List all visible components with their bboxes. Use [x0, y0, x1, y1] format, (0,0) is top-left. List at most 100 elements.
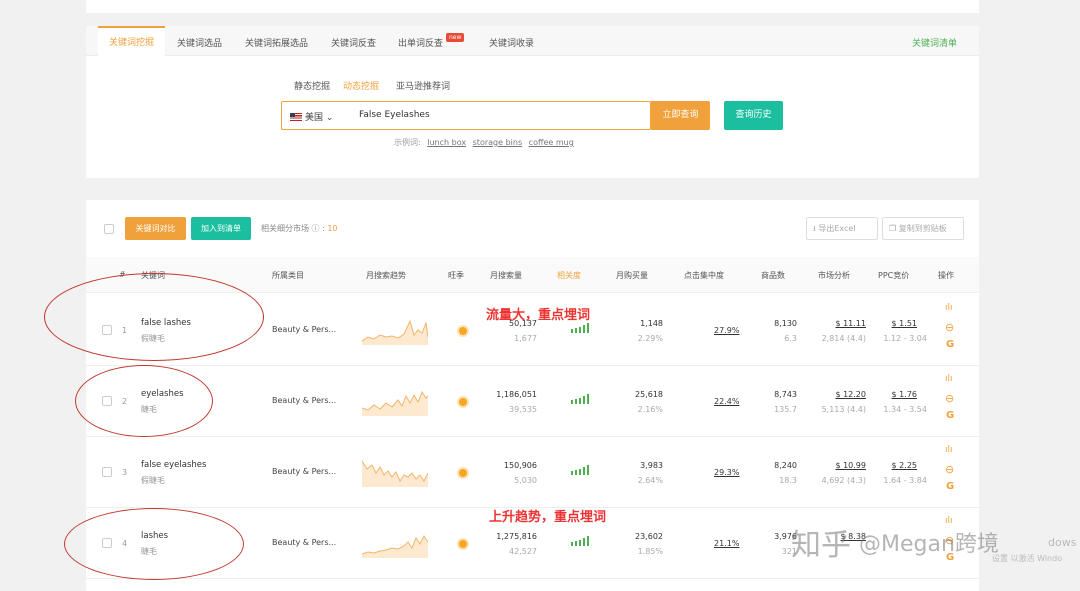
col-category[interactable]: 所属类目	[272, 270, 304, 281]
category: Beauty & Pers...	[272, 467, 337, 476]
annotation-oval-1	[44, 273, 264, 361]
search-panel: 关键词挖掘 关键词选品 关键词拓展选品 关键词反查 出单词反查 new 关键词收…	[86, 26, 979, 178]
tab-keyword-selection[interactable]: 关键词选品	[177, 36, 222, 49]
col-market-analysis[interactable]: 市场分析	[818, 270, 850, 281]
subtab-amazon-recommend[interactable]: 亚马逊推荐词	[396, 79, 450, 92]
market-price[interactable]: $ 10.99	[816, 461, 866, 470]
purchase-rate: 2.29%	[637, 334, 663, 343]
add-to-list-button[interactable]: 加入到清单	[191, 217, 251, 240]
col-relevance[interactable]: 相关度	[557, 270, 581, 281]
table-row: 3 false eyelashes 假睫毛 Beauty & Pers... 1…	[86, 437, 979, 508]
ppc-bid[interactable]: $ 2.25	[871, 461, 917, 470]
country-label: 美国	[305, 113, 324, 123]
monthly-purchases: 1,148	[640, 319, 663, 328]
market-price[interactable]: $ 11.11	[816, 319, 866, 328]
monthly-purchases: 25,618	[635, 390, 663, 399]
purchase-rate: 2.16%	[637, 405, 663, 414]
click-concentration[interactable]: 21.1%	[714, 539, 739, 548]
search-volume-daily: 42,527	[509, 547, 537, 556]
country-select[interactable]: 美国 ⌄	[290, 110, 333, 123]
tab-keyword-reverse[interactable]: 关键词反查	[331, 36, 376, 49]
watermark-side2: 设置 以激活 Windo	[992, 554, 1063, 563]
tab-keyword-expand[interactable]: 关键词拓展选品	[245, 36, 308, 49]
query-button[interactable]: 立即查询	[651, 101, 710, 130]
trend-sparkline[interactable]	[362, 528, 428, 558]
goods-ratio: 18.3	[779, 476, 797, 485]
select-all-checkbox[interactable]	[104, 224, 114, 234]
col-click-concentration[interactable]: 点击集中度	[684, 270, 724, 281]
click-concentration[interactable]: 22.4%	[714, 397, 739, 406]
minus-circle-icon[interactable]: ⊖	[945, 463, 954, 476]
example-keywords: 示例词: lunch box storage bins coffee mug	[394, 137, 574, 148]
annotation-oval-3	[64, 508, 244, 580]
history-button[interactable]: 查询历史	[724, 101, 783, 130]
us-flag-icon	[290, 113, 302, 121]
ppc-range: 1.12 - 3.04	[883, 334, 927, 343]
season-sun-icon	[459, 540, 467, 548]
example-coffee-mug[interactable]: coffee mug	[529, 138, 574, 147]
col-actions: 操作	[938, 271, 954, 280]
chart-icon[interactable]: ılı	[945, 516, 953, 526]
goods-count: 8,130	[774, 319, 797, 328]
col-trend[interactable]: 月搜索趋势	[366, 270, 406, 281]
annotation-text-2: 上升趋势，重点埋词	[489, 510, 607, 525]
purchase-rate: 2.64%	[637, 476, 663, 485]
search-volume: 150,906	[503, 461, 537, 470]
trend-sparkline[interactable]	[362, 386, 428, 416]
subtab-static[interactable]: 静态挖掘	[294, 79, 330, 92]
tab-keyword-mining[interactable]: 关键词挖掘	[98, 26, 166, 57]
google-icon[interactable]: G	[946, 481, 954, 492]
goods-count: 8,743	[774, 390, 797, 399]
copy-label: 复制到剪贴板	[898, 224, 947, 233]
compare-button[interactable]: 关键词对比	[125, 217, 186, 240]
chevron-down-icon: ⌄	[325, 113, 334, 123]
search-volume: 1,275,816	[496, 532, 537, 541]
market-count: 10	[327, 224, 338, 233]
relevance-bars-icon	[571, 465, 591, 475]
ppc-bid[interactable]: $ 1.51	[871, 319, 917, 328]
search-input[interactable]: False Eyelashes	[359, 110, 430, 120]
click-concentration[interactable]: 29.3%	[714, 468, 739, 477]
chart-icon[interactable]: ılı	[945, 303, 953, 313]
google-icon[interactable]: G	[946, 339, 954, 350]
google-icon[interactable]: G	[946, 410, 954, 421]
minus-circle-icon[interactable]: ⊖	[945, 321, 954, 334]
search-box: 美国 ⌄ False Eyelashes	[281, 101, 651, 130]
market-reviews: 4,692 (4.3)	[821, 476, 866, 485]
click-concentration[interactable]: 27.9%	[714, 326, 739, 335]
tab-order-keyword-reverse[interactable]: 出单词反查	[398, 36, 443, 49]
tab-keyword-index[interactable]: 关键词收录	[489, 36, 534, 49]
example-lunch-box[interactable]: lunch box	[427, 138, 466, 147]
row-index: 3	[122, 468, 128, 477]
ppc-bid[interactable]: $ 1.76	[871, 390, 917, 399]
example-storage-bins[interactable]: storage bins	[473, 138, 522, 147]
keyword-link[interactable]: false eyelashes	[141, 460, 206, 470]
goods-count: 8,240	[774, 461, 797, 470]
goods-ratio: 6.3	[784, 334, 797, 343]
chart-icon[interactable]: ılı	[945, 374, 953, 384]
trend-sparkline[interactable]	[362, 315, 428, 345]
market-reviews: 5,113 (4.4)	[821, 405, 866, 414]
market-price[interactable]: $ 12.20	[816, 390, 866, 399]
trend-sparkline[interactable]	[362, 457, 428, 487]
market-segment-count: 相关细分市场 ⓘ : 10	[261, 224, 338, 233]
col-purchases[interactable]: 月购买量	[616, 270, 648, 281]
row-checkbox[interactable]	[102, 467, 112, 477]
chart-icon[interactable]: ılı	[945, 445, 953, 455]
watermark-zhihu: 知乎	[791, 528, 851, 563]
keyword-list-link[interactable]: 关键词清单	[912, 36, 957, 49]
col-goods-count[interactable]: 商品数	[761, 270, 785, 281]
season-sun-icon	[459, 469, 467, 477]
copy-clipboard-button[interactable]: ❐ 复制到剪贴板	[882, 217, 964, 240]
export-label: 导出Excel	[818, 224, 856, 233]
export-excel-button[interactable]: ⭳ 导出Excel	[806, 217, 878, 240]
search-volume-daily: 39,535	[509, 405, 537, 414]
ppc-range: 1.64 - 3.84	[883, 476, 927, 485]
col-season[interactable]: 旺季	[448, 270, 464, 281]
col-search-volume[interactable]: 月搜索量	[490, 270, 522, 281]
minus-circle-icon[interactable]: ⊖	[945, 392, 954, 405]
season-sun-icon	[459, 398, 467, 406]
col-ppc-bid[interactable]: PPC竞价	[878, 270, 909, 281]
subtab-dynamic[interactable]: 动态挖掘	[343, 79, 379, 92]
ppc-range: 1.34 - 3.54	[883, 405, 927, 414]
